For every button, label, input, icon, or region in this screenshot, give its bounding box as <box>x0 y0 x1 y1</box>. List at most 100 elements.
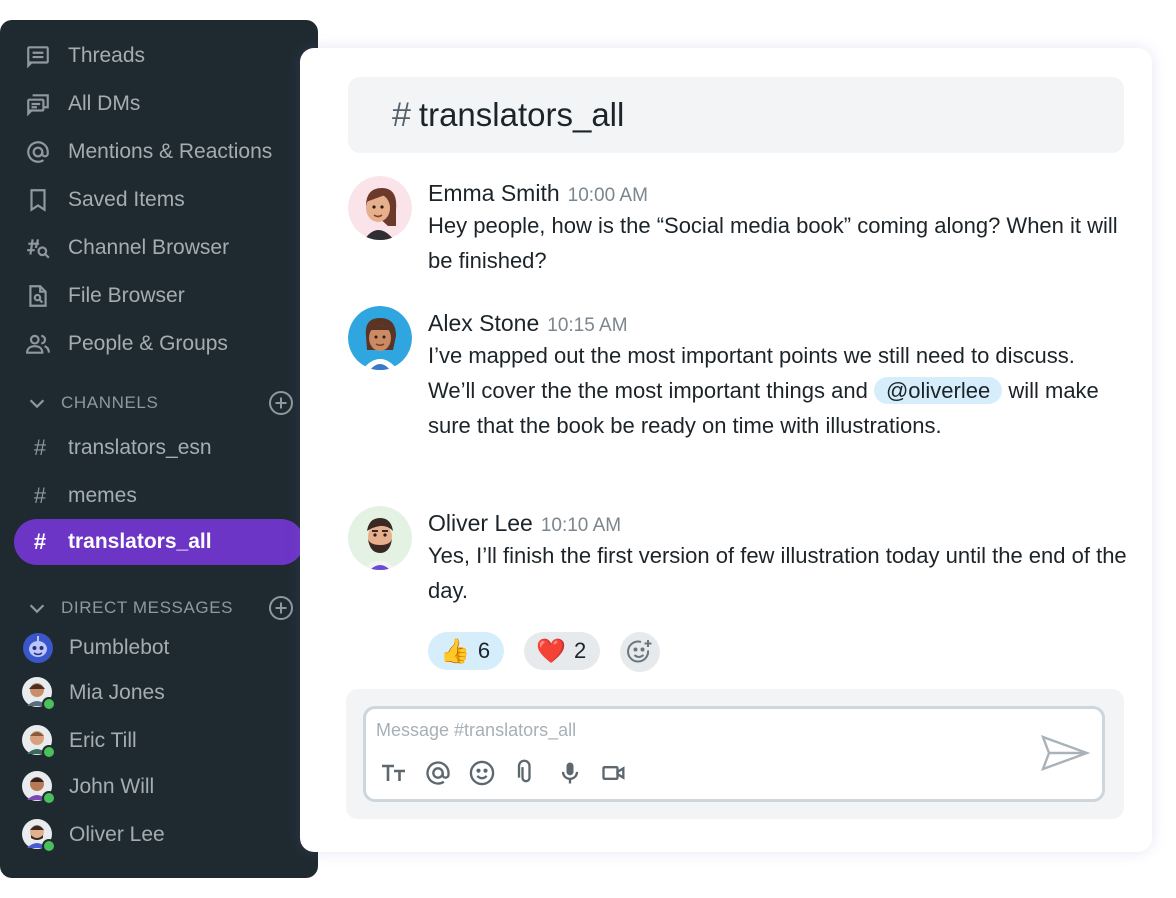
dm-heading: DIRECT MESSAGES <box>61 598 234 617</box>
channels-heading: CHANNELS <box>61 393 159 412</box>
reaction-count: 2 <box>574 638 587 663</box>
text-format-icon <box>382 764 405 781</box>
microphone-icon <box>561 762 579 784</box>
avatar <box>22 632 54 664</box>
bookmark-icon <box>24 186 52 214</box>
dm-label: Mia Jones <box>69 681 165 704</box>
text-format-button[interactable] <box>378 757 410 789</box>
dm-label: John Will <box>69 775 155 798</box>
reaction-count: 6 <box>477 638 491 663</box>
avatar <box>22 677 56 711</box>
online-status-dot <box>42 791 56 805</box>
nav-mentions[interactable]: Mentions & Reactions <box>24 132 272 172</box>
dm-item-john-will[interactable]: John Will <box>22 767 154 807</box>
channel-item-translators-all[interactable]: # translators_all <box>14 519 304 565</box>
message-time: 10:15 AM <box>547 315 628 336</box>
reaction-thumbs-up[interactable]: 👍 6 <box>428 632 505 670</box>
message-body: Emma Smith 10:00 AM Hey people, how is t… <box>428 176 1128 278</box>
nav-label: Mentions & Reactions <box>68 140 273 163</box>
chevron-down-icon <box>29 399 45 409</box>
at-icon <box>426 761 450 785</box>
online-status-dot <box>42 745 56 759</box>
reaction-heart[interactable]: ❤️ 2 <box>524 632 601 670</box>
dm-section-header[interactable]: DIRECT MESSAGES <box>26 593 294 623</box>
attach-button[interactable] <box>510 757 542 789</box>
bot-avatar-icon <box>23 633 53 663</box>
thumbs-up-icon: 👍 <box>440 637 470 665</box>
channel-search-icon <box>24 234 52 262</box>
emoji-button[interactable] <box>466 757 498 789</box>
dm-item-mia-jones[interactable]: Mia Jones <box>22 673 165 713</box>
channel-header: # translators_all <box>348 77 1124 153</box>
message-time: 10:10 AM <box>540 515 622 536</box>
sidebar: Threads All DMs Mentions & Reactions Sav… <box>0 20 318 878</box>
dms-icon <box>24 90 52 118</box>
heart-icon: ❤️ <box>536 637 567 665</box>
composer-toolbar <box>378 757 642 789</box>
threads-icon <box>24 42 52 70</box>
avatar <box>22 819 56 853</box>
send-icon[interactable] <box>1040 733 1090 773</box>
oliver-avatar-icon <box>348 506 412 570</box>
message-body: Alex Stone 10:15 AM I’ve mapped out the … <box>428 306 1128 443</box>
channel-item-translators-esn[interactable]: # translators_esn <box>14 425 304 471</box>
nav-file-browser[interactable]: File Browser <box>24 276 185 316</box>
message-author[interactable]: Oliver Lee <box>428 510 533 537</box>
message-time: 10:00 AM <box>567 185 648 206</box>
hash-icon: # <box>33 435 47 460</box>
smiley-icon <box>469 760 495 786</box>
nav-people-groups[interactable]: People & Groups <box>24 324 228 364</box>
nav-label: All DMs <box>68 92 141 115</box>
add-dm-icon[interactable] <box>268 595 294 621</box>
message-body: Oliver Lee 10:10 AM Yes, I’ll finish the… <box>428 506 1128 608</box>
dm-label: Oliver Lee <box>69 823 165 846</box>
message-author[interactable]: Alex Stone <box>428 310 539 337</box>
video-button[interactable] <box>598 757 630 789</box>
avatar <box>22 725 56 759</box>
nav-label: People & Groups <box>68 332 228 355</box>
add-reaction-button[interactable] <box>620 632 661 672</box>
nav-label: Saved Items <box>68 188 185 211</box>
emma-avatar-icon <box>348 176 412 240</box>
hash-icon: # <box>33 529 47 554</box>
paperclip-icon <box>517 759 531 783</box>
avatar[interactable] <box>348 176 412 240</box>
chevron-down-icon <box>29 604 45 614</box>
avatar <box>22 771 56 805</box>
message-composer <box>363 706 1105 802</box>
message-text: Hey people, how is the “Social media boo… <box>428 213 1118 273</box>
channel-label: translators_all <box>68 530 212 553</box>
nav-all-dms[interactable]: All DMs <box>24 84 140 124</box>
channel-label: memes <box>68 484 137 507</box>
voice-button[interactable] <box>554 757 586 789</box>
channel-label: translators_esn <box>68 436 212 459</box>
message-text: I’ve mapped out the most important point… <box>428 338 1128 443</box>
channels-section-header[interactable]: CHANNELS <box>26 388 294 418</box>
online-status-dot <box>42 697 56 711</box>
people-icon <box>24 330 52 358</box>
nav-saved-items[interactable]: Saved Items <box>24 180 185 220</box>
message-text: Yes, I’ll finish the first version of fe… <box>428 543 1127 603</box>
avatar[interactable] <box>348 306 412 370</box>
dm-item-eric-till[interactable]: Eric Till <box>22 721 137 761</box>
user-mention[interactable]: @oliverlee <box>873 377 1003 404</box>
nav-threads[interactable]: Threads <box>24 36 145 76</box>
message-input[interactable] <box>376 715 1016 745</box>
dm-label: Pumblebot <box>69 636 170 659</box>
dm-label: Eric Till <box>69 729 137 752</box>
mention-button[interactable] <box>422 757 454 789</box>
nav-channel-browser[interactable]: Channel Browser <box>24 228 229 268</box>
message-author[interactable]: Emma Smith <box>428 180 560 207</box>
avatar[interactable] <box>348 506 412 570</box>
nav-label: Channel Browser <box>68 236 230 259</box>
chat-panel: # translators_all Emma Smith 10:00 AM He… <box>300 48 1152 852</box>
channel-item-memes[interactable]: # memes <box>14 473 304 519</box>
dm-item-pumblebot[interactable]: Pumblebot <box>22 628 169 668</box>
add-emoji-icon <box>627 640 652 663</box>
channel-title: translators_all <box>418 96 625 133</box>
video-camera-icon <box>602 766 625 780</box>
reactions-bar: 👍 6 ❤️ 2 <box>428 632 661 672</box>
nav-label: File Browser <box>68 284 185 307</box>
add-channel-icon[interactable] <box>268 390 294 416</box>
dm-item-oliver-lee[interactable]: Oliver Lee <box>22 815 165 855</box>
